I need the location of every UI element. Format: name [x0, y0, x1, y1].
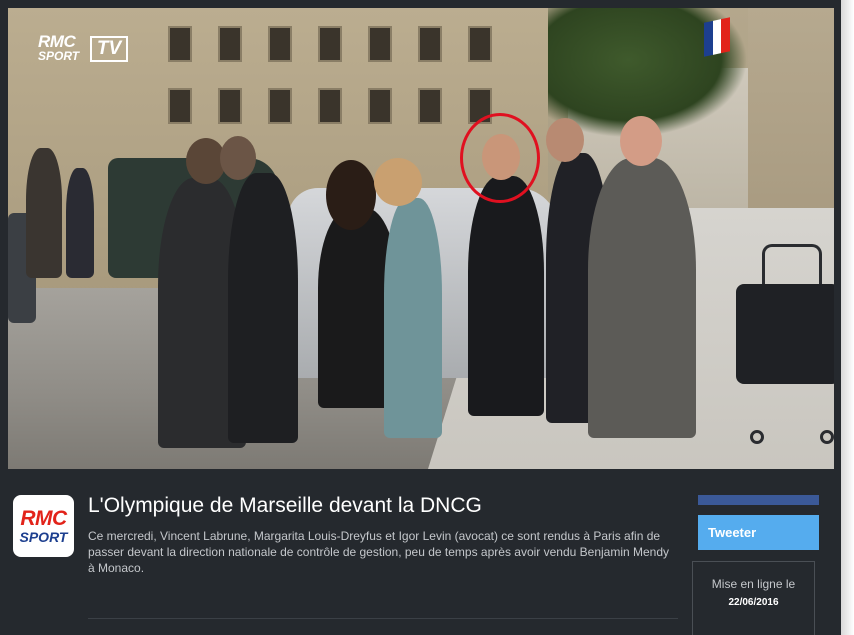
video-person-head — [220, 136, 256, 180]
source-logo-line2: SPORT — [19, 529, 68, 545]
video-person — [588, 158, 696, 438]
rmc-sport-logo[interactable]: RMC SPORT — [13, 495, 74, 557]
video-person — [66, 168, 94, 278]
video-person-head — [326, 160, 376, 230]
video-person-head — [374, 158, 422, 206]
video-person-head — [546, 118, 584, 162]
page-margin — [841, 0, 854, 635]
publication-date: 22/06/2016 — [728, 597, 779, 608]
video-person-head — [620, 116, 662, 166]
logo-line2: SPORT — [38, 49, 80, 63]
logo-tv-badge: TV — [90, 36, 128, 62]
flag-stripe — [712, 19, 722, 55]
video-player[interactable]: RMC SPORT TV — [8, 8, 834, 469]
video-person — [26, 148, 62, 278]
tweet-button[interactable]: Tweeter — [698, 515, 819, 550]
logo-line1: RMC — [38, 32, 76, 51]
video-person — [384, 198, 442, 438]
video-person — [468, 176, 544, 416]
french-flag-icon — [704, 17, 731, 57]
video-stroller — [732, 244, 834, 444]
source-logo-line1: RMC — [20, 507, 67, 530]
facebook-share-button[interactable] — [698, 495, 819, 505]
rmc-sport-tv-logo: RMC SPORT TV — [38, 32, 130, 66]
publication-info: Mise en ligne le 22/06/2016 — [692, 561, 815, 635]
publication-label: Mise en ligne le — [711, 577, 796, 591]
highlight-circle — [460, 113, 540, 203]
flag-stripe — [704, 20, 713, 57]
video-person — [228, 173, 298, 443]
media-card: RMC SPORT TV RMC SPORT L'Olympique de Ma… — [0, 0, 841, 635]
article-description: Ce mercredi, Vincent Labrune, Margarita … — [88, 529, 670, 575]
flag-stripe — [721, 17, 731, 54]
divider — [88, 618, 678, 619]
article-title[interactable]: L'Olympique de Marseille devant la DNCG — [88, 491, 648, 521]
